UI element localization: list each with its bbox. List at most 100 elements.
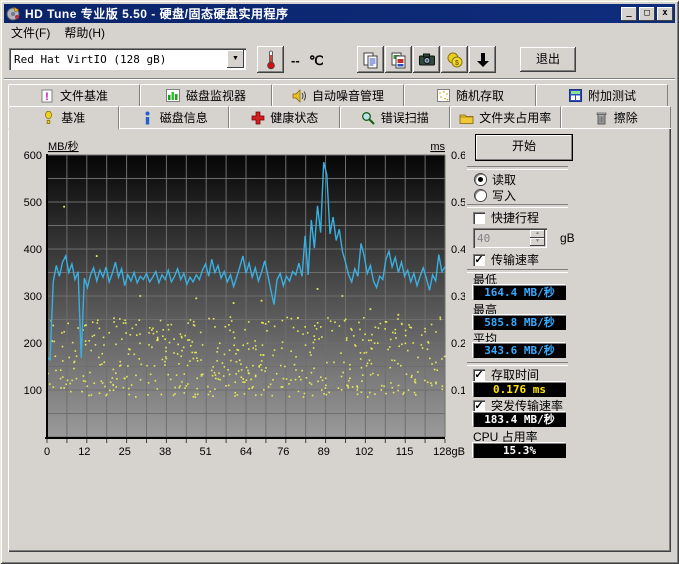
tab-benchmark[interactable]: 基准 <box>8 106 119 130</box>
extra-tests-icon <box>568 89 583 103</box>
benchmark-chart: MB/秒ms6005004003002001000.600.500.400.30… <box>0 128 465 462</box>
drive-select-value: Red Hat VirtIO (128 gB) <box>9 53 227 66</box>
health-cross-icon <box>250 111 265 125</box>
temperature-unit: ℃ <box>309 53 324 69</box>
folder-icon <box>459 111 474 125</box>
svg-text:115: 115 <box>396 446 414 458</box>
file-benchmark-icon: ! <box>40 89 55 103</box>
chevron-down-icon[interactable]: ▼ <box>227 50 244 68</box>
copy-text-button[interactable] <box>357 46 384 73</box>
svg-text:0.30: 0.30 <box>451 291 465 303</box>
thermometer-icon <box>266 50 276 70</box>
svg-text:MB/秒: MB/秒 <box>48 139 79 153</box>
svg-text:76: 76 <box>277 446 289 458</box>
tab-extra-tests[interactable]: 附加测试 <box>536 84 668 106</box>
tab-label: 擦除 <box>614 109 638 126</box>
tab-folder-usage[interactable]: 文件夹占用率 <box>450 106 561 128</box>
tab-health[interactable]: 健康状态 <box>229 106 340 128</box>
start-button[interactable]: 开始 <box>475 134 573 161</box>
svg-text:0.50: 0.50 <box>451 197 465 209</box>
checkbox-checked-icon: ✓ <box>473 254 485 266</box>
transfer-rate-checkbox[interactable]: ✓ 传输速率 <box>473 251 539 268</box>
max-value-display: 585.8 MB/秒 <box>473 315 566 330</box>
donate-button[interactable]: $ <box>441 46 468 73</box>
random-access-icon <box>436 89 451 103</box>
svg-text:25: 25 <box>119 446 131 458</box>
min-value-display: 164.4 MB/秒 <box>473 285 566 300</box>
disk-monitor-icon <box>166 89 181 103</box>
tab-erase[interactable]: 擦除 <box>561 106 672 128</box>
tab-file-benchmark[interactable]: ! 文件基准 <box>8 84 140 106</box>
tab-label: 基准 <box>61 109 85 126</box>
access-time-label: 存取时间 <box>491 366 539 383</box>
temperature-button[interactable] <box>257 46 284 73</box>
minimize-button[interactable]: _ <box>621 7 637 21</box>
svg-text:102: 102 <box>355 446 373 458</box>
tab-label: 磁盘监视器 <box>186 87 246 104</box>
save-results-button[interactable] <box>469 46 496 73</box>
drive-select[interactable]: Red Hat VirtIO (128 gB) ▼ <box>9 48 246 70</box>
temperature-value: -- <box>291 53 300 68</box>
svg-text:200: 200 <box>24 338 42 350</box>
write-radio[interactable]: 写入 <box>475 187 516 204</box>
stepper-down-icon[interactable]: ▼ <box>530 238 545 246</box>
coins-icon: $ <box>446 51 464 69</box>
maximize-button[interactable]: □ <box>639 7 655 21</box>
benchmark-icon <box>41 111 56 125</box>
tab-label: 健康状态 <box>270 109 318 126</box>
menu-file[interactable]: 文件(F) <box>4 23 57 42</box>
radio-icon <box>475 190 486 201</box>
separator <box>467 166 568 170</box>
tab-label: 附加测试 <box>588 87 636 104</box>
app-icon <box>6 6 21 21</box>
write-radio-label: 写入 <box>492 187 516 204</box>
radio-icon <box>475 174 486 185</box>
svg-text:400: 400 <box>24 244 42 256</box>
short-stroke-checkbox[interactable]: 快捷行程 <box>473 209 539 226</box>
svg-text:128gB: 128gB <box>433 446 465 458</box>
access-time-display: 0.176 ms <box>473 382 566 397</box>
copy-image-icon <box>390 51 408 69</box>
tab-disk-info[interactable]: 磁盘信息 <box>119 106 230 128</box>
tab-label: 文件夹占用率 <box>479 109 551 126</box>
trash-icon <box>594 111 609 125</box>
tab-label: 自动噪音管理 <box>312 87 384 104</box>
svg-text:89: 89 <box>318 446 330 458</box>
window-title: HD Tune 专业版 5.50 - 硬盘/固态硬盘实用程序 <box>25 5 619 22</box>
stepper-up-icon[interactable]: ▲ <box>530 230 545 238</box>
tab-label: 随机存取 <box>456 87 504 104</box>
screenshot-button[interactable] <box>413 46 440 73</box>
short-stroke-value: 40 <box>473 232 530 245</box>
tab-label: 文件基准 <box>60 87 108 104</box>
tab-disk-monitor[interactable]: 磁盘监视器 <box>140 84 272 106</box>
access-time-checkbox[interactable]: ✓ 存取时间 <box>473 366 539 383</box>
svg-text:38: 38 <box>159 446 171 458</box>
stepper-arrows[interactable]: ▲▼ <box>530 230 545 246</box>
svg-text:100: 100 <box>24 385 42 397</box>
read-radio[interactable]: 读取 <box>475 171 516 188</box>
copy-text-icon <box>362 51 380 69</box>
tab-label: 错误扫描 <box>381 109 429 126</box>
app-window: HD Tune 专业版 5.50 - 硬盘/固态硬盘实用程序 _ □ x 文件(… <box>0 0 679 564</box>
cpu-usage-display: 15.3% <box>473 443 566 458</box>
svg-text:0.10: 0.10 <box>451 385 465 397</box>
tab-error-scan[interactable]: 错误扫描 <box>340 106 451 128</box>
tab-aam[interactable]: 自动噪音管理 <box>272 84 404 106</box>
toolbar: Red Hat VirtIO (128 gB) ▼ -- ℃ <box>4 41 675 79</box>
short-stroke-label: 快捷行程 <box>491 209 539 226</box>
checkbox-checked-icon: ✓ <box>473 400 485 412</box>
title-bar: HD Tune 专业版 5.50 - 硬盘/固态硬盘实用程序 _ □ x <box>4 4 675 23</box>
short-stroke-stepper[interactable]: 40 ▲▼ <box>473 228 547 248</box>
close-button[interactable]: x <box>657 7 673 21</box>
svg-text:12: 12 <box>78 446 90 458</box>
svg-text:64: 64 <box>240 446 252 458</box>
svg-text:!: ! <box>45 91 49 103</box>
checkbox-checked-icon: ✓ <box>473 369 485 381</box>
copy-image-button[interactable] <box>385 46 412 73</box>
tab-row-top: ! 文件基准 磁盘监视器 自动噪音管理 随机存取 附加测试 <box>8 84 668 106</box>
tab-random-access[interactable]: 随机存取 <box>404 84 536 106</box>
checkbox-icon <box>473 212 485 224</box>
exit-button[interactable]: 退出 <box>520 47 576 72</box>
menu-help[interactable]: 帮助(H) <box>57 23 112 42</box>
info-icon <box>140 111 155 125</box>
